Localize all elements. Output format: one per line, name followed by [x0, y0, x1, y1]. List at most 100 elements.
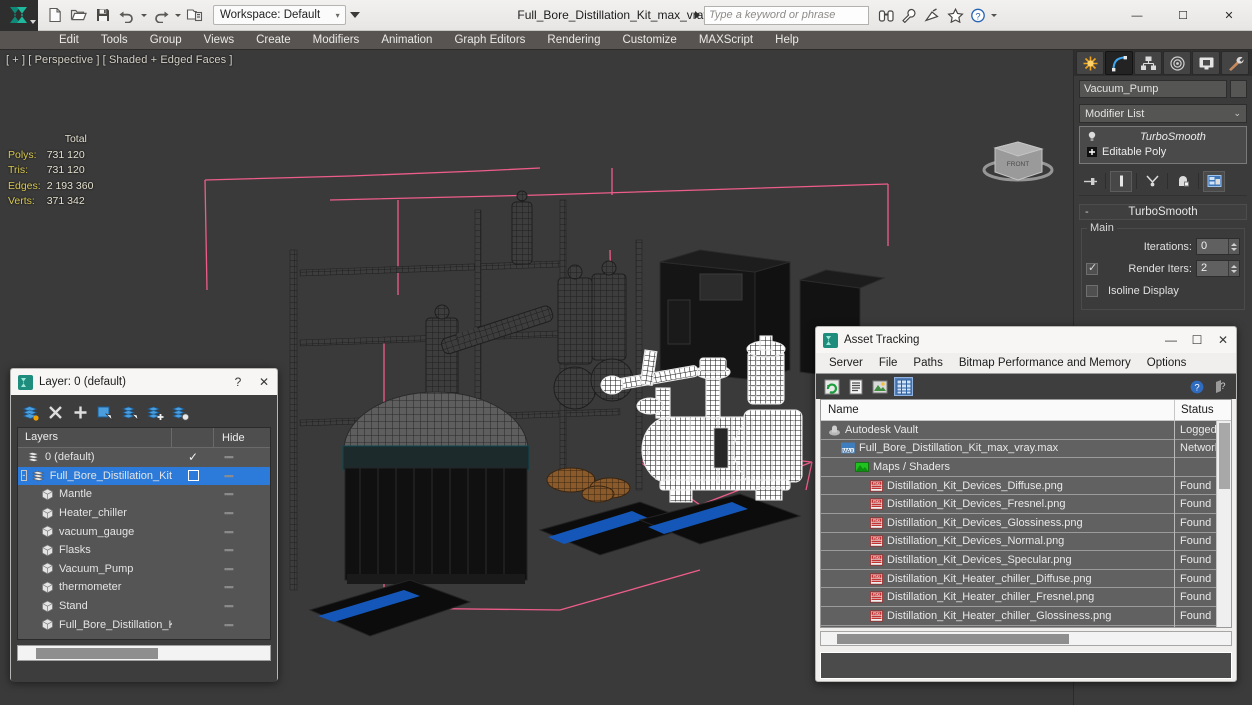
new-file-icon[interactable] — [43, 4, 66, 27]
add-selection-to-highlighted-layer-icon[interactable] — [146, 403, 165, 422]
menu-help[interactable]: Help — [764, 31, 810, 50]
select-objects-in-layer-icon[interactable] — [96, 403, 115, 422]
remove-modifier-icon[interactable] — [1172, 171, 1194, 192]
pin-stack-icon[interactable] — [1079, 171, 1101, 192]
stack-item-turbosmooth[interactable]: TurboSmooth — [1080, 129, 1246, 144]
menu-graph-editors[interactable]: Graph Editors — [443, 31, 536, 50]
maximize-button[interactable]: ☐ — [1160, 0, 1206, 31]
asset-vscroll-thumb[interactable] — [1219, 423, 1230, 489]
layer-row[interactable]: - Full_Bore_Distillation_Kit ▪▪▪▪ — [18, 466, 270, 486]
layer-row[interactable]: vacuum_gauge ▪▪▪▪ — [18, 522, 270, 541]
layer-hide-cell[interactable]: ▪▪▪▪ — [214, 471, 270, 481]
satellite-icon[interactable] — [922, 5, 942, 25]
lightbulb-icon[interactable] — [1086, 131, 1097, 142]
menu-rendering[interactable]: Rendering — [536, 31, 611, 50]
create-new-layer-icon[interactable] — [21, 403, 40, 422]
undo-dropdown-caret-icon[interactable] — [139, 4, 148, 27]
asset-row[interactable]: MAX Full_Bore_Distillation_Kit_max_vray.m… — [821, 439, 1231, 459]
iterations-spinner[interactable]: 0 — [1196, 238, 1240, 255]
asset-menu-options[interactable]: Options — [1139, 354, 1195, 372]
open-file-icon[interactable] — [67, 4, 90, 27]
search-input[interactable]: Type a keyword or phrase — [704, 5, 869, 25]
asset-dialog-maximize-button[interactable]: ☐ — [1184, 327, 1210, 353]
layer-current-cell[interactable]: ✓ — [172, 450, 214, 464]
minimize-button[interactable]: — — [1114, 0, 1160, 31]
layer-row[interactable]: Flasks ▪▪▪▪ — [18, 541, 270, 560]
show-end-result-icon[interactable] — [1110, 170, 1132, 192]
object-color-swatch[interactable] — [1230, 80, 1247, 98]
layer-expander-icon[interactable]: - — [21, 470, 27, 482]
search-binoculars-icon[interactable] — [876, 5, 896, 25]
plus-box-icon[interactable] — [1086, 146, 1097, 157]
asset-dialog-titlebar[interactable]: Asset Tracking — ☐ ✕ — [816, 327, 1236, 353]
layer-row[interactable]: 0 (default) ✓ ▪▪▪▪ — [18, 448, 270, 467]
workspace-selector[interactable]: Workspace: Default ▾ — [213, 5, 347, 25]
layer-row[interactable]: Full_Bore_Distillation_Kit ▪▪▪▪ — [18, 615, 270, 634]
asset-grid-vscrollbar[interactable] — [1216, 421, 1231, 627]
layer-list[interactable]: Layers Hide 0 (default) ✓ ▪▪▪▪ - Full_Bore_D… — [17, 427, 271, 640]
layer-hide-cell[interactable]: ▪▪▪▪ — [214, 452, 270, 462]
context-help-icon[interactable]: ? — [1211, 377, 1230, 396]
stack-item-editable-poly[interactable]: Editable Poly — [1080, 144, 1246, 159]
modifier-list-dropdown[interactable]: Modifier List ⌄ — [1079, 104, 1247, 123]
grid-view-icon[interactable] — [894, 377, 913, 396]
search-expand-arrow-icon[interactable] — [690, 4, 704, 26]
hierarchy-tab[interactable] — [1134, 51, 1162, 75]
layer-row[interactable]: Heater_chiller ▪▪▪▪ — [18, 504, 270, 523]
layer-dialog-titlebar[interactable]: Layer: 0 (default) ? ✕ — [11, 369, 277, 395]
asset-row[interactable]: PNG Distillation_Kit_Heater_chiller_Fresn… — [821, 587, 1231, 607]
list-view-icon[interactable] — [846, 377, 865, 396]
menu-maxscript[interactable]: MAXScript — [688, 31, 764, 50]
asset-grid-hscrollbar[interactable] — [820, 631, 1232, 646]
layer-row[interactable]: Vacuum_Pump ▪▪▪▪ — [18, 560, 270, 579]
utilities-tab[interactable] — [1221, 51, 1249, 75]
asset-hscroll-thumb[interactable] — [837, 634, 1069, 644]
menu-modifiers[interactable]: Modifiers — [302, 31, 371, 50]
layer-hide-cell[interactable]: ▪▪▪▪ — [214, 527, 270, 537]
thumbnail-view-icon[interactable] — [870, 377, 889, 396]
asset-dialog-close-button[interactable]: ✕ — [1210, 327, 1236, 353]
render-iters-checkbox[interactable] — [1086, 261, 1098, 275]
asset-menu-server[interactable]: Server — [821, 354, 871, 372]
modify-tab[interactable] — [1105, 51, 1133, 75]
viewport-label[interactable]: [ + ] [ Perspective ] [ Shaded + Edged F… — [6, 54, 233, 66]
layer-hide-cell[interactable]: ▪▪▪▪ — [214, 489, 270, 499]
layer-hide-cell[interactable]: ▪▪▪▪ — [214, 582, 270, 592]
layer-dialog[interactable]: Layer: 0 (default) ? ✕ Layers Hide 0 (de… — [10, 368, 278, 682]
set-project-folder-icon[interactable] — [183, 4, 206, 27]
refresh-icon[interactable] — [822, 377, 841, 396]
isoline-display-checkbox[interactable] — [1086, 284, 1098, 297]
star-icon[interactable] — [945, 5, 965, 25]
menu-tools[interactable]: Tools — [90, 31, 139, 50]
display-tab[interactable] — [1192, 51, 1220, 75]
motion-tab[interactable] — [1163, 51, 1191, 75]
create-tab[interactable] — [1076, 51, 1104, 75]
menu-views[interactable]: Views — [193, 31, 245, 50]
iterations-spinner-arrows[interactable] — [1228, 239, 1239, 254]
menu-create[interactable]: Create — [245, 31, 302, 50]
layer-hide-cell[interactable]: ▪▪▪▪ — [214, 564, 270, 574]
asset-dialog-minimize-button[interactable]: — — [1158, 327, 1184, 353]
redo-icon[interactable] — [149, 4, 172, 27]
asset-row[interactable]: PNG Distillation_Kit_Heater_chiller_Gloss… — [821, 606, 1231, 626]
layer-hide-cell[interactable]: ▪▪▪▪ — [214, 601, 270, 611]
asset-row[interactable]: PNG Distillation_Kit_Devices_Diffuse.png F… — [821, 476, 1231, 496]
wrench-icon[interactable] — [899, 5, 919, 25]
layer-list-hscrollbar[interactable] — [17, 645, 271, 661]
turbosmooth-rollout-header[interactable]: - TurboSmooth — [1079, 204, 1247, 220]
asset-grid[interactable]: Name Status Autodesk Vault Logged MAX Full_… — [820, 399, 1232, 628]
asset-row[interactable]: PNG Distillation_Kit_Devices_Fresnel.png F… — [821, 494, 1231, 514]
asset-menu-paths[interactable]: Paths — [905, 354, 950, 372]
layer-hscroll-thumb[interactable] — [36, 648, 158, 659]
redo-dropdown-caret-icon[interactable] — [173, 4, 182, 27]
menu-customize[interactable]: Customize — [611, 31, 687, 50]
layer-current-box-icon[interactable] — [187, 470, 199, 482]
layer-hide-cell[interactable]: ▪▪▪▪ — [214, 508, 270, 518]
save-file-icon[interactable] — [91, 4, 114, 27]
asset-row[interactable]: PNG Distillation_Kit_Heater_chiller_Diffu… — [821, 569, 1231, 589]
asset-row[interactable]: PNGDistillation_Kit_Heater_chiller_Norma… — [821, 625, 1231, 627]
highlight-selected-objects-layer-icon[interactable] — [121, 403, 140, 422]
menu-animation[interactable]: Animation — [370, 31, 443, 50]
delete-layer-icon[interactable] — [46, 403, 65, 422]
asset-tracking-dialog[interactable]: Asset Tracking — ☐ ✕ Server File Paths Bitm… — [815, 326, 1237, 682]
